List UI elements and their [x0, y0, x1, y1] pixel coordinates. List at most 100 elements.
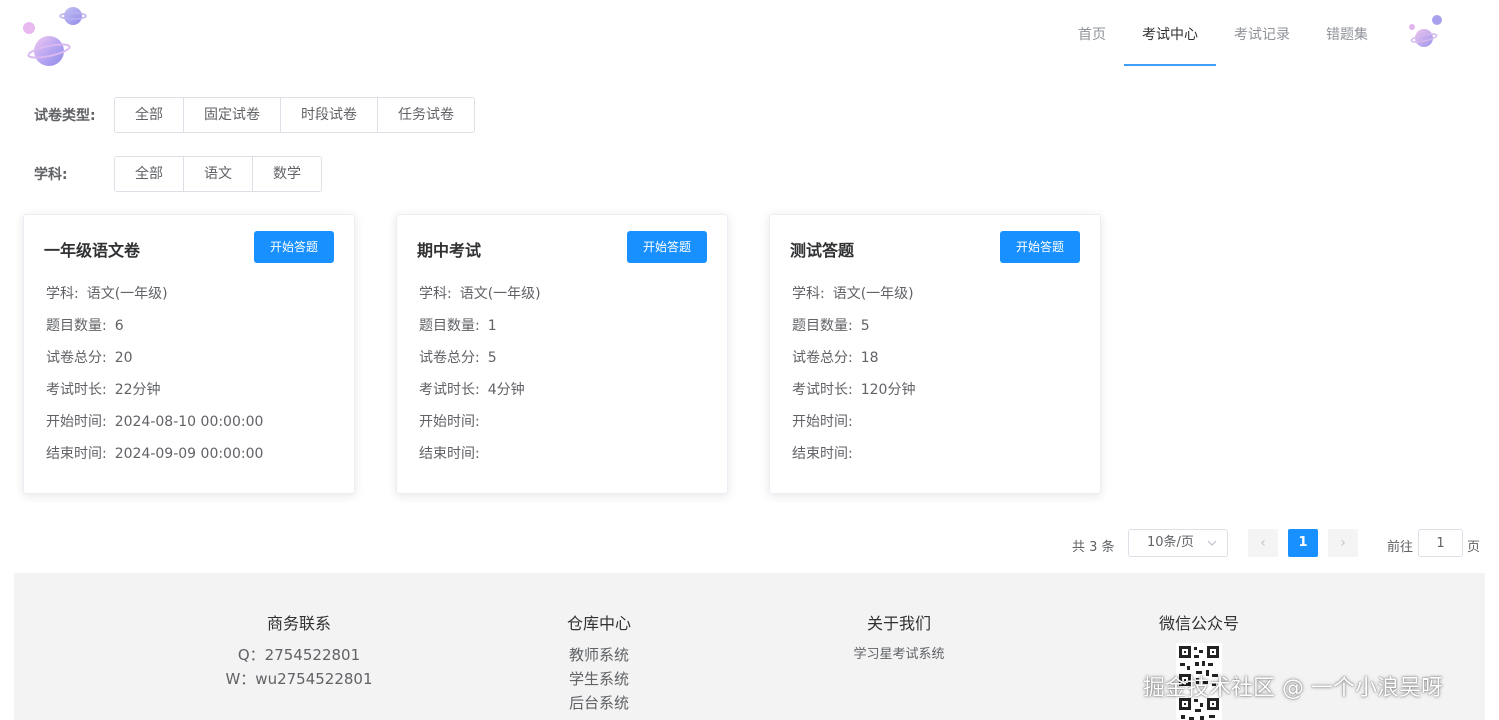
footer-wechat-id: W：wu2754522801 — [225, 670, 373, 688]
chevron-right-icon: › — [1340, 535, 1346, 551]
info-value: 语文(一年级) — [86, 286, 168, 302]
info-value: 5 — [860, 318, 870, 334]
info-label: 学科: — [419, 286, 452, 302]
chevron-down-icon — [1207, 530, 1217, 567]
exam-subject-row: 学科: 语文(一年级) — [419, 285, 541, 317]
exam-end-row: 结束时间: — [419, 445, 541, 477]
current-page-button[interactable]: 1 — [1288, 529, 1318, 557]
page-unit-label: 页 — [1467, 540, 1481, 555]
goto-page-input[interactable] — [1418, 529, 1463, 557]
exam-end-row: 结束时间: — [792, 445, 915, 477]
exam-score-row: 试卷总分: 20 — [46, 349, 263, 381]
exam-info: 学科: 语文(一年级) 题目数量: 1 试卷总分: 5 考试时长: 4分钟 开始时间: … — [419, 285, 541, 477]
info-label: 考试时长: — [792, 382, 853, 398]
exam-count-row: 题目数量: 5 — [792, 317, 915, 349]
exam-subject-row: 学科: 语文(一年级) — [792, 285, 915, 317]
exam-start-row: 开始时间: — [792, 413, 915, 445]
info-label: 开始时间: — [46, 414, 107, 430]
footer-business: 商务联系 Q：2754522801 W：wu2754522801 — [219, 613, 379, 691]
info-label: 学科: — [46, 286, 79, 302]
paper-type-task[interactable]: 任务试卷 — [377, 98, 474, 132]
exam-duration-row: 考试时长: 120分钟 — [792, 381, 915, 413]
exam-score-row: 试卷总分: 5 — [419, 349, 541, 381]
top-nav: 首页 考试中心 考试记录 错题集 — [1060, 0, 1386, 66]
nav-home[interactable]: 首页 — [1060, 0, 1124, 66]
exam-duration-row: 考试时长: 4分钟 — [419, 381, 541, 413]
goto-label: 前往 — [1387, 540, 1414, 555]
exam-title: 一年级语文卷 — [44, 241, 141, 260]
info-label: 考试时长: — [46, 382, 107, 398]
info-label: 考试时长: — [419, 382, 480, 398]
paper-type-timed[interactable]: 时段试卷 — [280, 98, 377, 132]
exam-info: 学科: 语文(一年级) 题目数量: 6 试卷总分: 20 考试时长: 22分钟 开始时间… — [46, 285, 263, 477]
info-label: 题目数量: — [792, 318, 853, 334]
exam-duration-row: 考试时长: 22分钟 — [46, 381, 263, 413]
exam-title: 测试答题 — [790, 241, 855, 260]
start-exam-button[interactable]: 开始答题 — [627, 231, 707, 263]
info-value: 2024-09-09 00:00:00 — [114, 446, 264, 462]
start-exam-button[interactable]: 开始答题 — [1000, 231, 1080, 263]
paper-type-filter: 试卷类型: 全部 固定试卷 时段试卷 任务试卷 — [34, 97, 475, 133]
exam-start-row: 开始时间: 2024-08-10 00:00:00 — [46, 413, 263, 445]
start-exam-button[interactable]: 开始答题 — [254, 231, 334, 263]
paper-type-fixed[interactable]: 固定试卷 — [183, 98, 280, 132]
footer-link-teacher[interactable]: 教师系统 — [539, 643, 659, 667]
info-value: 18 — [860, 350, 879, 366]
footer-business-title: 商务联系 — [266, 614, 331, 633]
footer-about-link[interactable]: 学习星考试系统 — [829, 643, 969, 667]
exam-count-row: 题目数量: 6 — [46, 317, 263, 349]
info-label: 题目数量: — [46, 318, 107, 334]
subject-filter: 学科: 全部 语文 数学 — [34, 156, 322, 192]
exam-card: 期中考试 开始答题 学科: 语文(一年级) 题目数量: 1 试卷总分: 5 考试时长:… — [396, 214, 728, 494]
paper-type-all[interactable]: 全部 — [115, 98, 183, 132]
watermark-text: 掘金技术社区 @ 一个小浪吴呀 — [1143, 676, 1443, 701]
info-label: 开始时间: — [792, 414, 853, 430]
nav-exam-records[interactable]: 考试记录 — [1216, 0, 1308, 66]
footer-about-title: 关于我们 — [866, 614, 931, 633]
info-value: 1 — [487, 318, 497, 334]
footer-link-student[interactable]: 学生系统 — [539, 667, 659, 691]
info-label: 结束时间: — [46, 446, 107, 462]
pagination-total: 共 3 条 — [1072, 540, 1115, 555]
subject-all[interactable]: 全部 — [115, 157, 183, 191]
info-value: 语文(一年级) — [459, 286, 541, 302]
exam-start-row: 开始时间: — [419, 413, 541, 445]
info-value: 120分钟 — [860, 382, 916, 398]
subject-math[interactable]: 数学 — [252, 157, 321, 191]
subject-label: 学科: — [34, 167, 68, 183]
info-value: 2024-08-10 00:00:00 — [114, 414, 264, 430]
subject-chinese[interactable]: 语文 — [183, 157, 252, 191]
nav-wrong-questions[interactable]: 错题集 — [1308, 0, 1386, 66]
info-value: 20 — [114, 350, 133, 366]
info-label: 试卷总分: — [419, 350, 480, 366]
footer-wechat-title: 微信公众号 — [1158, 614, 1239, 633]
exam-card: 测试答题 开始答题 学科: 语文(一年级) 题目数量: 5 试卷总分: 18 考试时长… — [769, 214, 1101, 494]
info-value: 语文(一年级) — [832, 286, 914, 302]
info-value: 6 — [114, 318, 124, 334]
info-label: 结束时间: — [419, 446, 480, 462]
nav-exam-center[interactable]: 考试中心 — [1124, 0, 1216, 66]
info-value: 22分钟 — [114, 382, 161, 398]
paper-type-options: 全部 固定试卷 时段试卷 任务试卷 — [114, 97, 475, 133]
planet-logo — [18, 4, 90, 70]
footer-warehouse: 仓库中心 教师系统 学生系统 后台系统 — [539, 613, 659, 715]
next-page-button[interactable]: › — [1328, 529, 1358, 557]
footer-warehouse-title: 仓库中心 — [566, 614, 631, 633]
info-value: 4分钟 — [487, 382, 525, 398]
page-size-select[interactable]: 10条/页 — [1128, 529, 1228, 557]
info-label: 试卷总分: — [792, 350, 853, 366]
paper-type-label: 试卷类型: — [34, 108, 96, 124]
exam-card: 一年级语文卷 开始答题 学科: 语文(一年级) 题目数量: 6 试卷总分: 20 考试… — [23, 214, 355, 494]
info-label: 学科: — [792, 286, 825, 302]
prev-page-button[interactable]: ‹ — [1248, 529, 1278, 557]
footer-about: 关于我们 学习星考试系统 — [829, 613, 969, 667]
avatar[interactable] — [1406, 12, 1446, 52]
exam-info: 学科: 语文(一年级) 题目数量: 5 试卷总分: 18 考试时长: 120分钟 开始时… — [792, 285, 915, 477]
page-size-value: 10条/页 — [1147, 535, 1194, 550]
subject-options: 全部 语文 数学 — [114, 156, 322, 192]
footer-link-admin[interactable]: 后台系统 — [539, 691, 659, 715]
info-value: 5 — [487, 350, 497, 366]
exam-score-row: 试卷总分: 18 — [792, 349, 915, 381]
exam-subject-row: 学科: 语文(一年级) — [46, 285, 263, 317]
info-label: 题目数量: — [419, 318, 480, 334]
